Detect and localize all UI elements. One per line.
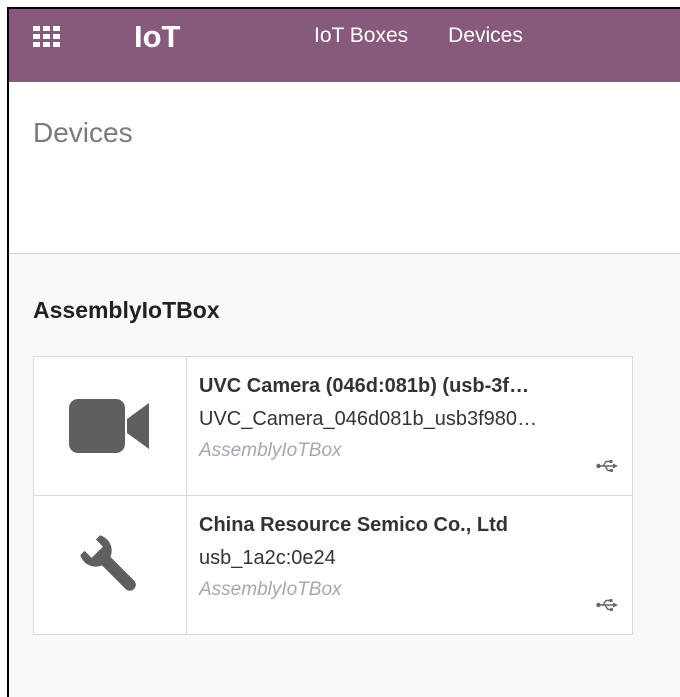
- usb-icon: [596, 460, 618, 473]
- kanban-view: AssemblyIoTBox UVC Camera (046d:081b) (u…: [9, 254, 680, 697]
- top-navbar: IoT IoT Boxes Devices: [9, 9, 680, 82]
- card-body: China Resource Semico Co., Ltd usb_1a2c:…: [199, 512, 619, 602]
- app-title[interactable]: IoT: [134, 19, 181, 55]
- device-identifier: UVC_Camera_046d081b_usb3f980…: [199, 408, 538, 430]
- nav-iot-boxes[interactable]: IoT Boxes: [314, 23, 408, 49]
- app-window: IoT IoT Boxes Devices Devices AssemblyIo…: [7, 7, 680, 697]
- video-camera-icon: [69, 399, 149, 453]
- device-card[interactable]: China Resource Semico Co., Ltd usb_1a2c:…: [33, 495, 633, 635]
- card-image: [34, 496, 187, 634]
- wrench-icon: [80, 535, 136, 591]
- card-body: UVC Camera (046d:081b) (usb-3f… UVC_Came…: [199, 373, 619, 463]
- device-name: China Resource Semico Co., Ltd: [199, 514, 508, 536]
- group-title: AssemblyIoTBox: [33, 297, 220, 323]
- device-name: UVC Camera (046d:081b) (usb-3f…: [199, 375, 530, 397]
- usb-icon: [596, 599, 618, 612]
- nav-menu: IoT Boxes Devices: [314, 23, 523, 49]
- nav-devices[interactable]: Devices: [448, 23, 523, 49]
- device-card[interactable]: UVC Camera (046d:081b) (usb-3f… UVC_Came…: [33, 356, 633, 496]
- breadcrumb: Devices: [33, 117, 133, 148]
- card-image: [34, 357, 187, 495]
- apps-grid-icon[interactable]: [33, 26, 63, 48]
- device-iot-box: AssemblyIoTBox: [199, 440, 342, 461]
- control-panel: Devices: [9, 82, 680, 254]
- device-iot-box: AssemblyIoTBox: [199, 579, 342, 600]
- device-identifier: usb_1a2c:0e24: [199, 547, 336, 569]
